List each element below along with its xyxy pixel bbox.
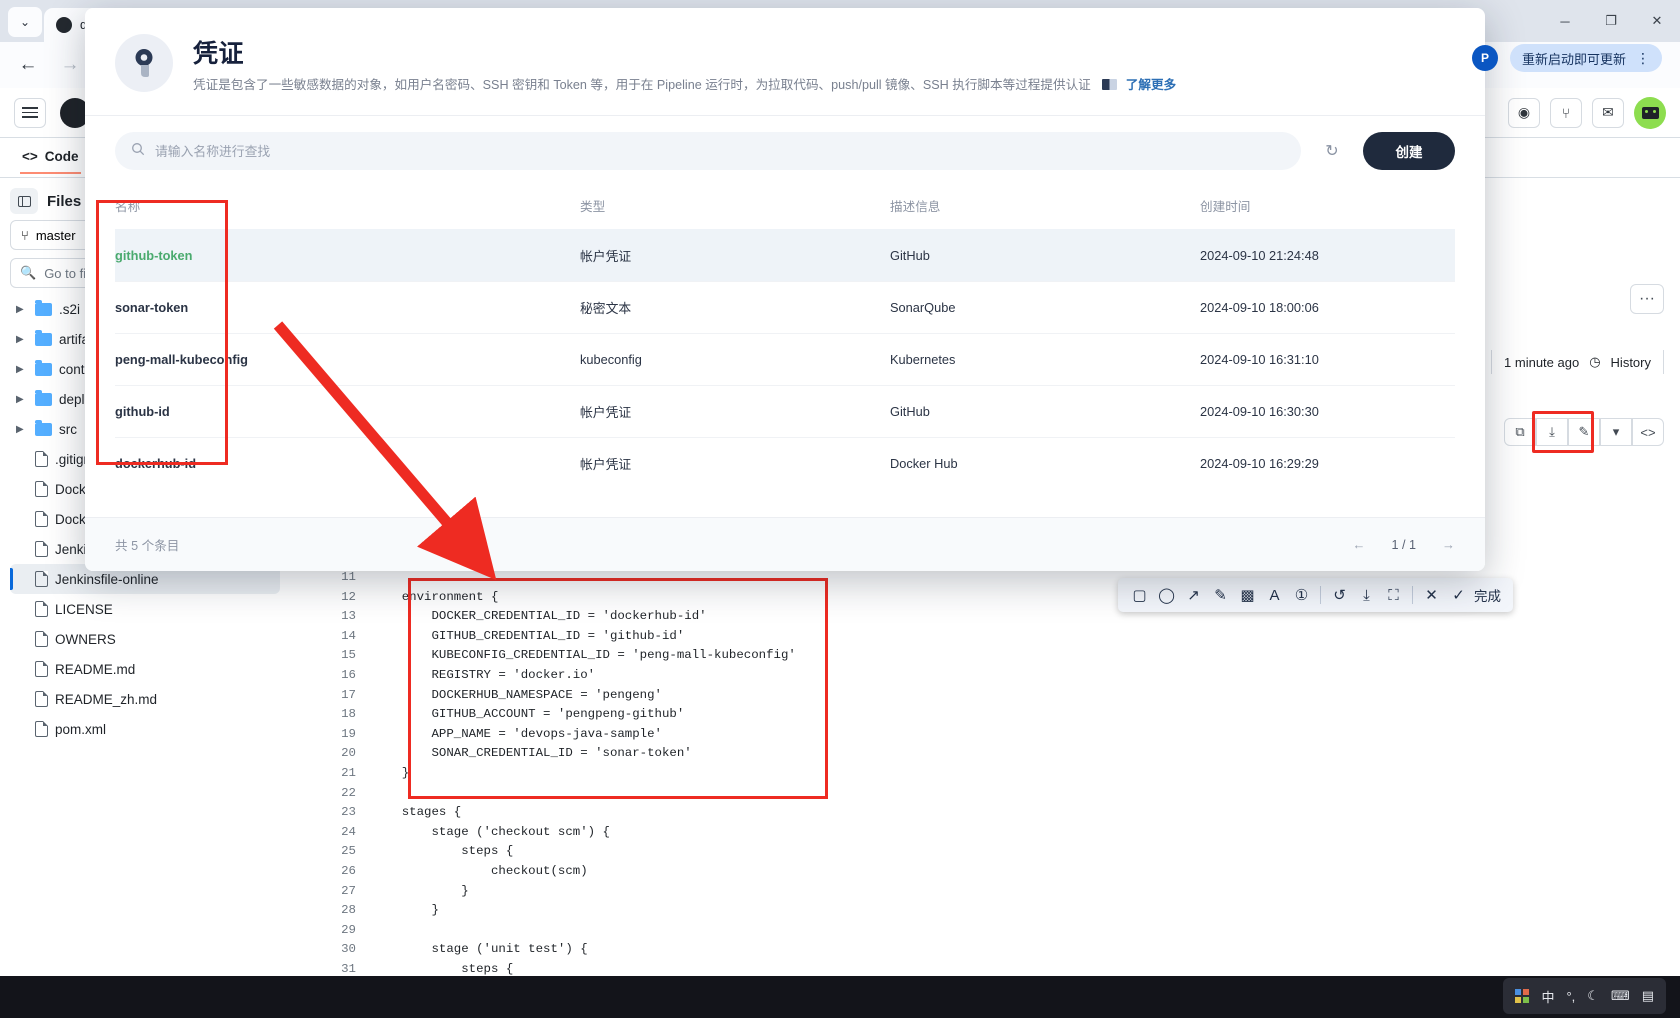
table-body: github-token 帐户凭证 GitHub 2024-09-10 21:24:4…	[115, 229, 1455, 490]
table-column-header: 描述信息	[890, 199, 941, 214]
credential-description: SonarQube	[890, 280, 1200, 334]
table-header-row: 名称 类型 描述信息 创建时间	[115, 186, 1455, 230]
credential-name: sonar-token	[115, 280, 580, 334]
credentials-modal: 凭证 凭证是包含了一些敏感数据的对象，如用户名密码、SSH 密钥和 Token …	[85, 8, 1485, 571]
update-button[interactable]: 重新启动即可更新 ⋮	[1509, 44, 1662, 72]
modal-toolbar: 请输入名称进行查找 ↻ 创建	[85, 116, 1485, 186]
credential-name: github-id	[115, 384, 580, 438]
system-tray: 中 °, ☾ ⌨ ▤	[1503, 978, 1666, 1014]
modal-header: 凭证 凭证是包含了一些敏感数据的对象，如用户名密码、SSH 密钥和 Token …	[85, 8, 1485, 115]
search-input[interactable]: 请输入名称进行查找	[115, 131, 1301, 170]
modal-footer: 共 5 个条目 ← 1 / 1 →	[85, 517, 1485, 571]
credential-description: Kubernetes	[890, 332, 1200, 386]
modal-description: 凭证是包含了一些敏感数据的对象，如用户名密码、SSH 密钥和 Token 等，用…	[193, 77, 1455, 95]
screen: ⌄ devops-java-sample ─ ❐ ✕ ← → ◉	[0, 0, 1680, 1018]
refresh-icon: ↻	[1325, 142, 1339, 160]
credential-created-time: 2024-09-10 18:00:06	[1200, 280, 1455, 334]
credential-name: dockerhub-id	[115, 436, 580, 490]
search-icon	[131, 142, 145, 159]
browser-profile-area: P 重新启动即可更新 ⋮	[1471, 44, 1662, 72]
taskbar: 中 °, ☾ ⌨ ▤	[0, 976, 1680, 1018]
table-column-header: 创建时间	[1200, 199, 1251, 214]
credential-type: 帐户凭证	[580, 248, 632, 264]
book-icon	[1102, 79, 1118, 90]
ime-punctuation[interactable]: °,	[1566, 989, 1575, 1004]
learn-more-link[interactable]: 了解更多	[1126, 78, 1176, 92]
credentials-table-wrap: 名称 类型 描述信息 创建时间 github-token 帐户凭证 GitHub 2024-…	[85, 186, 1485, 490]
credential-type: 秘密文本	[580, 280, 890, 334]
kebab-icon[interactable]: ⋮	[1636, 51, 1650, 65]
credentials-table: 名称 类型 描述信息 创建时间 github-token 帐户凭证 GitHub 2024-…	[115, 186, 1455, 490]
total-count-label: 共 5 个条目	[115, 539, 180, 553]
pagination: ← 1 / 1 →	[1352, 537, 1455, 552]
modal-description-text: 凭证是包含了一些敏感数据的对象，如用户名密码、SSH 密钥和 Token 等，用…	[193, 78, 1091, 92]
credential-type: 帐户凭证	[580, 384, 890, 438]
moon-icon[interactable]: ☾	[1587, 988, 1599, 1004]
credential-type: 帐户凭证	[580, 436, 890, 490]
table-row[interactable]: github-token 帐户凭证 GitHub 2024-09-10 21:24:4…	[115, 229, 1455, 282]
credential-description: Docker Hub	[890, 436, 1200, 490]
page-title: 凭证	[193, 40, 245, 68]
table-row[interactable]: dockerhub-id 帐户凭证 Docker Hub 2024-09-10 16:…	[115, 436, 1455, 490]
credential-description: GitHub	[890, 384, 1200, 438]
windows-icon[interactable]	[1515, 989, 1530, 1003]
credential-created-time: 2024-09-10 16:30:30	[1200, 384, 1455, 438]
credential-created-time: 2024-09-10 16:29:29	[1200, 436, 1455, 490]
create-button-label: 创建	[1395, 144, 1423, 160]
page-indicator: 1 / 1	[1391, 537, 1416, 552]
table-row[interactable]: sonar-token 秘密文本 SonarQube 2024-09-10 18:00…	[115, 280, 1455, 334]
table-column-header: 类型	[580, 199, 606, 214]
ime-language[interactable]: 中	[1541, 987, 1554, 1006]
table-row[interactable]: peng-mall-kubeconfig kubeconfig Kubernetes…	[115, 332, 1455, 386]
search-placeholder: 请输入名称进行查找	[155, 144, 271, 160]
credential-created-time: 2024-09-10 21:24:48	[1200, 247, 1319, 263]
keyboard-icon[interactable]: ▤	[1642, 988, 1654, 1004]
next-page-button[interactable]: →	[1442, 537, 1455, 552]
create-button[interactable]: 创建	[1363, 131, 1455, 170]
credential-name: peng-mall-kubeconfig	[115, 332, 580, 386]
table-column-header: 名称	[115, 199, 141, 214]
profile-avatar[interactable]: P	[1471, 45, 1498, 71]
credential-description: GitHub	[890, 247, 930, 263]
credential-name: github-token	[115, 247, 193, 263]
table-row[interactable]: github-id 帐户凭证 GitHub 2024-09-10 16:30:30	[115, 384, 1455, 438]
prev-page-button[interactable]: ←	[1352, 537, 1365, 552]
credential-created-time: 2024-09-10 16:31:10	[1200, 332, 1455, 386]
key-icon	[115, 34, 173, 92]
update-label: 重新启动即可更新	[1521, 51, 1626, 67]
ime-tool-icon[interactable]: ⌨	[1611, 988, 1630, 1004]
refresh-button[interactable]: ↻	[1317, 136, 1347, 166]
credential-type: kubeconfig	[580, 332, 890, 386]
